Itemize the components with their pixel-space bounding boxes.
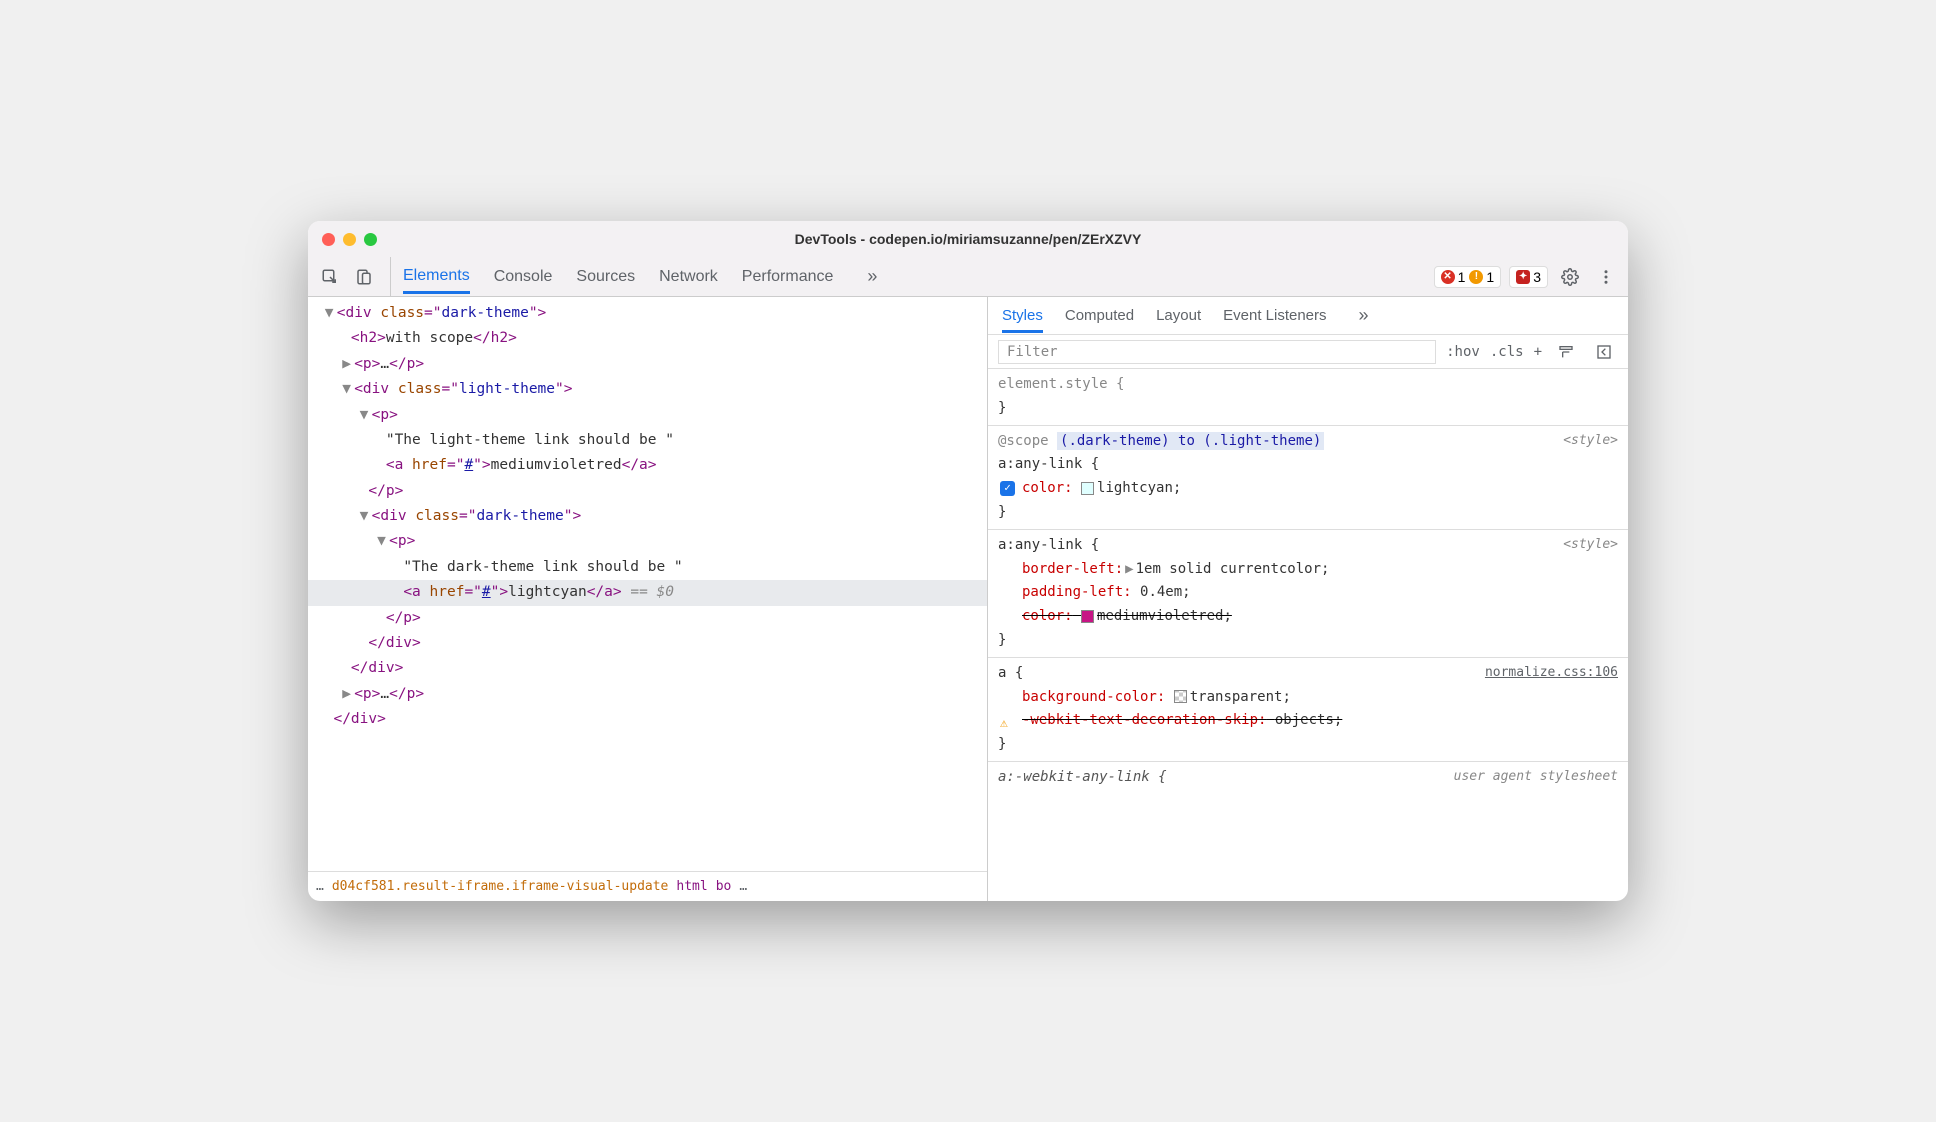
rule-selector: element.style {: [998, 373, 1618, 397]
issues-badge[interactable]: ✦3: [1509, 266, 1548, 288]
tab-network[interactable]: Network: [659, 260, 718, 294]
dom-node[interactable]: </div>: [308, 631, 987, 656]
dom-node-selected[interactable]: <a href="#">lightcyan</a> == $0: [308, 580, 987, 605]
devtools-window: DevTools - codepen.io/miriamsuzanne/pen/…: [308, 221, 1628, 901]
issues-count: 3: [1533, 269, 1541, 285]
main-toolbar: Elements Console Sources Network Perform…: [308, 257, 1628, 297]
styles-rules-list[interactable]: element.style { } <style> @scope (.dark-…: [988, 369, 1628, 901]
rule-selector: a:any-link {: [998, 453, 1618, 477]
styles-panel: Styles Computed Layout Event Listeners »…: [988, 297, 1628, 901]
more-subtabs-button[interactable]: »: [1349, 305, 1379, 326]
breadcrumb-item[interactable]: bo: [716, 879, 732, 894]
dom-node[interactable]: <h2>with scope</h2>: [308, 326, 987, 351]
rule-source[interactable]: <style>: [1563, 430, 1618, 452]
css-property[interactable]: padding-left: 0.4em;: [998, 581, 1618, 605]
tab-performance[interactable]: Performance: [742, 260, 834, 294]
issues-icon: ✦: [1516, 270, 1530, 284]
computed-toggle-icon[interactable]: [1590, 338, 1618, 366]
dom-node[interactable]: </div>: [308, 656, 987, 681]
titlebar: DevTools - codepen.io/miriamsuzanne/pen/…: [308, 221, 1628, 257]
dom-node[interactable]: </p>: [308, 479, 987, 504]
error-count: 1: [1458, 269, 1466, 285]
sidebar-tabs: Styles Computed Layout Event Listeners »: [988, 297, 1628, 335]
css-property-overridden[interactable]: color: mediumvioletred;: [998, 605, 1618, 629]
rule-close: }: [998, 397, 1618, 421]
tab-event-listeners[interactable]: Event Listeners: [1223, 299, 1326, 332]
rule-scope: @scope (.dark-theme) to (.light-theme): [998, 430, 1618, 454]
warning-count: 1: [1486, 269, 1494, 285]
style-rule[interactable]: <style> a:any-link { border-left:▶1em so…: [988, 530, 1628, 658]
minimize-window-button[interactable]: [343, 233, 356, 246]
content-area: ▼<div class="dark-theme"> <h2>with scope…: [308, 297, 1628, 901]
breadcrumb-ellipsis: …: [739, 879, 747, 894]
dom-node[interactable]: ▼<div class="dark-theme">: [308, 301, 987, 326]
dom-node[interactable]: </div>: [308, 707, 987, 732]
format-icon[interactable]: [1552, 338, 1580, 366]
tab-styles[interactable]: Styles: [1002, 299, 1043, 333]
css-property[interactable]: color: lightcyan;: [998, 477, 1618, 501]
traffic-lights: [322, 233, 377, 246]
rule-close: }: [998, 733, 1618, 757]
rule-close: }: [998, 501, 1618, 525]
warning-icon: ⚠: [1000, 713, 1008, 735]
dom-node[interactable]: </p>: [308, 606, 987, 631]
breadcrumb-bar[interactable]: … d04cf581.result-iframe.iframe-visual-u…: [308, 871, 987, 901]
breadcrumb-item[interactable]: d04cf581.result-iframe.iframe-visual-upd…: [332, 879, 669, 894]
error-warning-badges[interactable]: ✕1 !1: [1434, 266, 1502, 288]
dom-text-node[interactable]: "The light-theme link should be ": [308, 428, 987, 453]
color-swatch[interactable]: [1174, 690, 1187, 703]
style-rule[interactable]: <style> @scope (.dark-theme) to (.light-…: [988, 426, 1628, 530]
color-swatch[interactable]: [1081, 482, 1094, 495]
error-icon: ✕: [1441, 270, 1455, 284]
dom-node[interactable]: ▶<p>…</p>: [308, 682, 987, 707]
rule-source[interactable]: <style>: [1563, 534, 1618, 556]
style-rule[interactable]: normalize.css:106 a { background-color: …: [988, 658, 1628, 762]
new-rule-button[interactable]: +: [1534, 344, 1542, 360]
dom-node[interactable]: ▼<p>: [308, 403, 987, 428]
dom-node[interactable]: ▼<div class="light-theme">: [308, 377, 987, 402]
styles-toolbar: :hov .cls +: [988, 335, 1628, 369]
style-rule[interactable]: user agent stylesheet a:-webkit-any-link…: [988, 762, 1628, 794]
window-title: DevTools - codepen.io/miriamsuzanne/pen/…: [795, 231, 1142, 247]
tab-computed[interactable]: Computed: [1065, 299, 1134, 332]
property-checkbox[interactable]: [1000, 481, 1015, 496]
maximize-window-button[interactable]: [364, 233, 377, 246]
css-property-invalid[interactable]: ⚠-webkit-text-decoration-skip: objects;: [998, 709, 1618, 733]
warning-icon: !: [1469, 270, 1483, 284]
dom-text-node[interactable]: "The dark-theme link should be ": [308, 555, 987, 580]
close-window-button[interactable]: [322, 233, 335, 246]
tab-sources[interactable]: Sources: [576, 260, 635, 294]
inspect-element-icon[interactable]: [316, 263, 344, 291]
dom-node[interactable]: ▶<p>…</p>: [308, 352, 987, 377]
breadcrumb-ellipsis[interactable]: …: [316, 879, 324, 894]
tab-console[interactable]: Console: [494, 260, 553, 294]
dom-node[interactable]: <a href="#">mediumvioletred</a>: [308, 453, 987, 478]
rule-selector: a:any-link {: [998, 534, 1618, 558]
style-rule[interactable]: element.style { }: [988, 369, 1628, 426]
dom-tree[interactable]: ▼<div class="dark-theme"> <h2>with scope…: [308, 297, 987, 871]
settings-icon[interactable]: [1556, 263, 1584, 291]
device-toggle-icon[interactable]: [350, 263, 378, 291]
styles-filter-input[interactable]: [998, 340, 1436, 364]
hov-toggle[interactable]: :hov: [1446, 344, 1480, 360]
elements-panel: ▼<div class="dark-theme"> <h2>with scope…: [308, 297, 988, 901]
dom-node[interactable]: ▼<div class="dark-theme">: [308, 504, 987, 529]
main-tabs: Elements Console Sources Network Perform…: [403, 259, 1434, 294]
tab-layout[interactable]: Layout: [1156, 299, 1201, 332]
dom-node[interactable]: ▼<p>: [308, 529, 987, 554]
css-property[interactable]: background-color: transparent;: [998, 686, 1618, 710]
tab-elements[interactable]: Elements: [403, 259, 470, 294]
more-menu-icon[interactable]: [1592, 263, 1620, 291]
cls-toggle[interactable]: .cls: [1490, 344, 1524, 360]
color-swatch[interactable]: [1081, 610, 1094, 623]
css-property[interactable]: border-left:▶1em solid currentcolor;: [998, 558, 1618, 582]
more-tabs-button[interactable]: »: [857, 266, 887, 287]
breadcrumb-item[interactable]: html: [676, 879, 707, 894]
rule-close: }: [998, 629, 1618, 653]
rule-source-link[interactable]: normalize.css:106: [1485, 662, 1618, 684]
rule-source: user agent stylesheet: [1454, 766, 1618, 788]
